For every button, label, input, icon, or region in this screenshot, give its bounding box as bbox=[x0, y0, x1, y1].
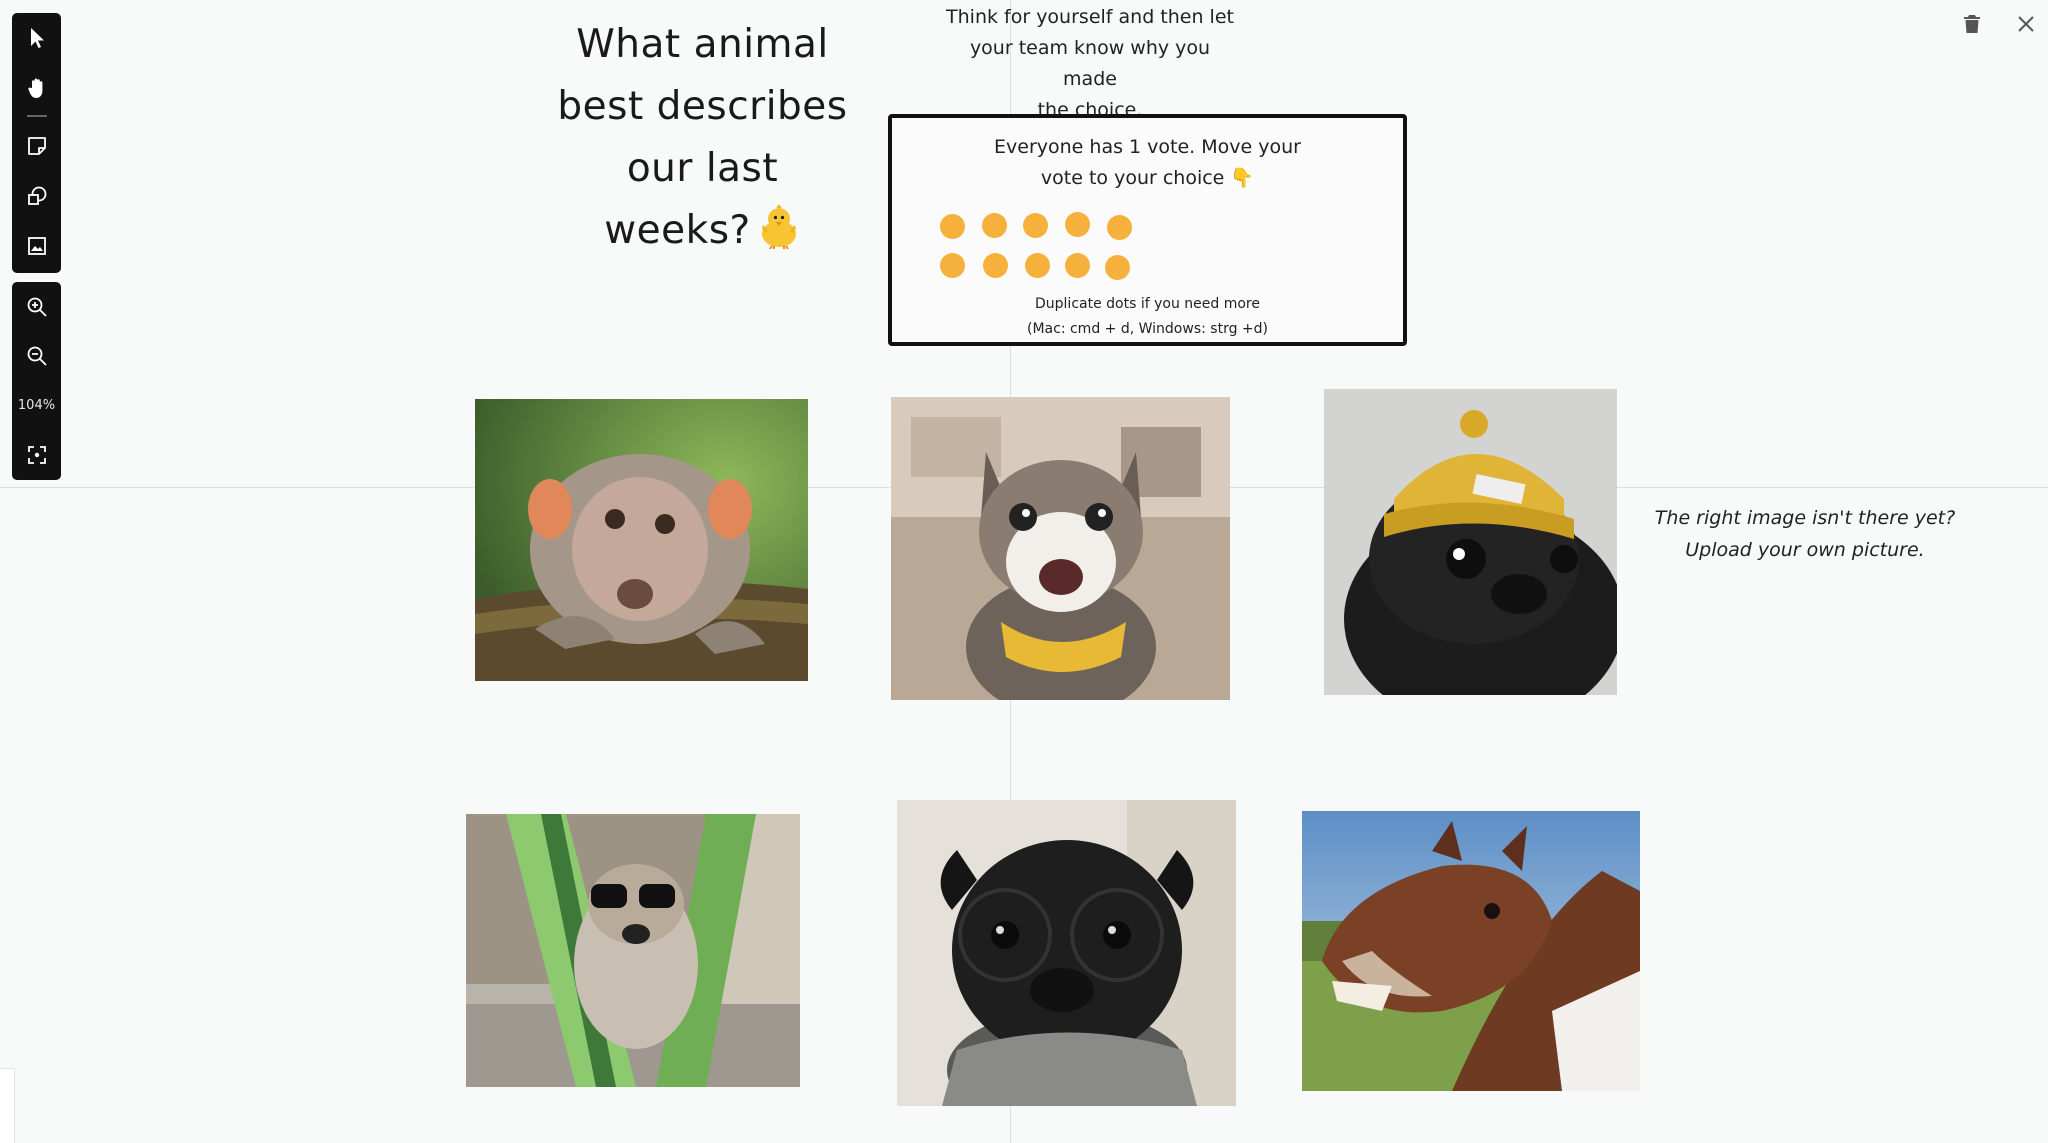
zoom-in-icon bbox=[27, 297, 47, 317]
title-line: weeks? bbox=[540, 200, 865, 268]
board-title: What animal best describes our last week… bbox=[540, 14, 865, 268]
select-tool-button[interactable] bbox=[12, 13, 61, 63]
zoom-out-button[interactable] bbox=[12, 332, 61, 382]
vote-title-line: Everyone has 1 vote. Move your bbox=[994, 136, 1301, 158]
upload-hint-text: The right image isn't there yet? Upload … bbox=[1630, 502, 1980, 566]
vote-dot[interactable] bbox=[1025, 253, 1050, 278]
title-line: our last bbox=[626, 146, 779, 191]
upload-hint-line: The right image isn't there yet? bbox=[1654, 507, 1956, 529]
pug-with-beanie-image[interactable] bbox=[1324, 389, 1617, 695]
instruction-text: Think for yourself and then let your tea… bbox=[940, 2, 1240, 126]
hand-tool-button[interactable] bbox=[12, 63, 61, 113]
shapes-icon bbox=[27, 186, 46, 205]
vote-dot[interactable] bbox=[1107, 215, 1132, 240]
vote-title-line: vote to your choice 👇 bbox=[1040, 167, 1255, 189]
zoom-palette: 104% bbox=[12, 282, 61, 480]
vote-dot[interactable] bbox=[1105, 255, 1130, 280]
vote-box-note: Duplicate dots if you need more (Mac: cm… bbox=[892, 292, 1403, 342]
vote-box[interactable]: Everyone has 1 vote. Move your vote to y… bbox=[888, 114, 1407, 346]
tool-palette bbox=[12, 13, 61, 273]
vote-dot[interactable] bbox=[1023, 213, 1048, 238]
focus-frame-icon bbox=[27, 446, 46, 465]
whiteboard-canvas[interactable]: 104% What animal best describes our last… bbox=[0, 0, 2048, 1143]
vote-box-title: Everyone has 1 vote. Move your vote to y… bbox=[892, 132, 1403, 194]
instruction-line: your team know why you made bbox=[969, 37, 1211, 90]
close-icon bbox=[2018, 16, 2034, 32]
upload-hint-line: Upload your own picture. bbox=[1685, 539, 1925, 561]
vote-note-line: (Mac: cmd + d, Windows: strg +d) bbox=[1027, 321, 1268, 337]
vote-dot[interactable] bbox=[940, 253, 965, 278]
sticky-note-tool-button[interactable] bbox=[12, 121, 61, 171]
cursor-arrow-icon bbox=[30, 28, 44, 48]
vote-dot[interactable] bbox=[1065, 253, 1090, 278]
toolbar-separator bbox=[26, 115, 47, 117]
vote-dot[interactable] bbox=[983, 253, 1008, 278]
pug-with-glasses-image[interactable] bbox=[897, 800, 1236, 1106]
title-line-text: weeks? bbox=[604, 208, 751, 253]
title-line: best describes bbox=[557, 84, 848, 129]
monkey-image[interactable] bbox=[475, 399, 808, 681]
fit-to-screen-button[interactable] bbox=[12, 431, 61, 481]
shape-tool-button[interactable] bbox=[12, 171, 61, 221]
image-icon bbox=[27, 237, 46, 255]
dog-in-hammock-image[interactable] bbox=[466, 814, 800, 1087]
title-line: What animal bbox=[576, 22, 829, 67]
trash-icon bbox=[1964, 15, 1980, 33]
close-button[interactable] bbox=[2010, 8, 2042, 40]
minimap-edge bbox=[0, 1068, 15, 1143]
sticky-note-icon bbox=[27, 137, 46, 155]
image-tool-button[interactable] bbox=[12, 221, 61, 271]
vote-dot[interactable] bbox=[1065, 212, 1090, 237]
vote-dot[interactable] bbox=[982, 213, 1007, 238]
cat-image[interactable] bbox=[891, 397, 1230, 700]
chick-icon bbox=[757, 203, 801, 268]
hand-icon bbox=[27, 78, 42, 98]
instruction-line: Think for yourself and then let bbox=[946, 6, 1234, 28]
zoom-level: 104% bbox=[17, 398, 56, 414]
vote-note-line: Duplicate dots if you need more bbox=[1035, 296, 1260, 312]
zoom-in-button[interactable] bbox=[12, 282, 61, 332]
horse-image[interactable] bbox=[1302, 811, 1640, 1091]
zoom-out-icon bbox=[27, 346, 47, 366]
delete-button[interactable] bbox=[1956, 8, 1988, 40]
vote-dot[interactable] bbox=[940, 214, 965, 239]
